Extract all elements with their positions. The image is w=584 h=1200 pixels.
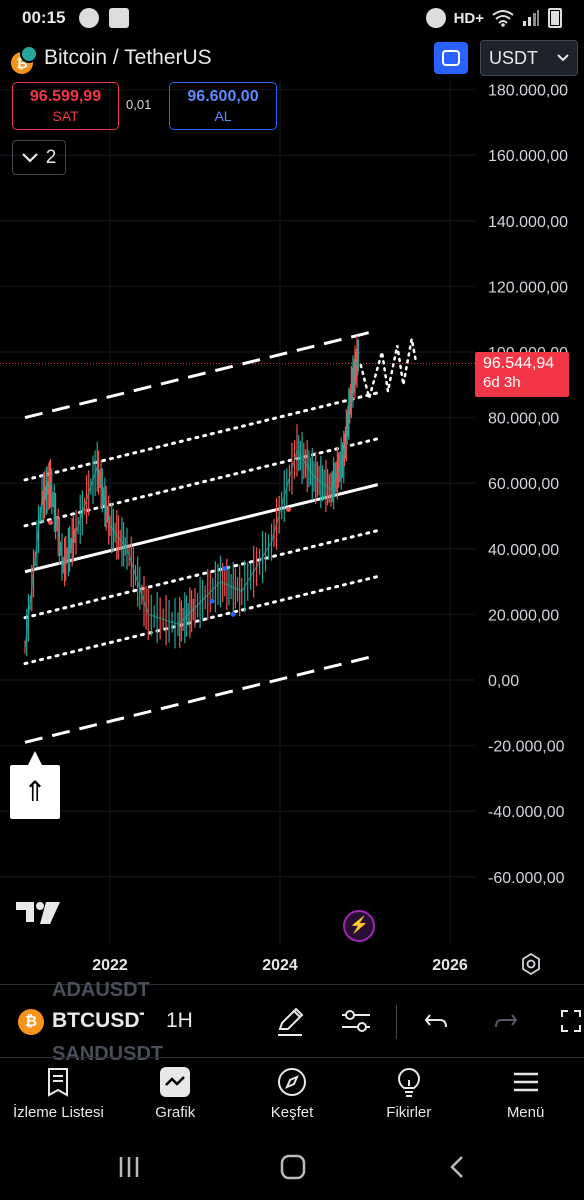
channel-line-dashed (24, 329, 379, 420)
nav-explore[interactable]: Keşfet (234, 1058, 351, 1135)
compare-button[interactable] (434, 42, 468, 74)
price-axis-label: 40.000,00 (488, 542, 559, 559)
sell-button[interactable]: 96.599,99 SAT (12, 82, 119, 130)
price-axis-label: -40.000,00 (488, 804, 565, 821)
signal-marker (209, 598, 215, 604)
channel-line-dashed (24, 653, 379, 744)
nav-label: Menü (506, 1104, 545, 1121)
buy-button[interactable]: 96.600,00 AL (169, 82, 277, 130)
price-axis-label: 80.000,00 (488, 411, 559, 428)
menu-icon (513, 1072, 538, 1092)
nav-menu[interactable]: Menü (467, 1058, 584, 1135)
alarm-icon (425, 8, 446, 28)
network-type: HD+ (453, 9, 484, 27)
price-axis-label: -20.000,00 (488, 739, 565, 756)
ghost-symbol-top: ADAUSDT (52, 979, 150, 1001)
current-price-value: 96.544,94 (483, 355, 555, 372)
status-time: 00:15 (22, 8, 66, 27)
sell-price: 96.599,99 (29, 88, 102, 105)
time-axis-label: 2026 (432, 957, 468, 974)
status-bar: 00:15 HD+ (0, 0, 584, 36)
lightning-icon[interactable]: ⚡ (343, 910, 375, 942)
price-axis-label: 180.000,00 (488, 83, 568, 100)
bitcoin-icon: ₿ (11, 45, 38, 74)
time-axis-label: 2024 (262, 957, 298, 974)
forecast-path (359, 338, 418, 403)
price-axis-label: 60.000,00 (488, 476, 559, 493)
system-navigation-bar (119, 1154, 463, 1180)
music-icon (79, 8, 100, 28)
signal-icon (523, 10, 539, 26)
redo-icon[interactable] (488, 1003, 524, 1039)
price-axis-label: 0,00 (488, 673, 519, 690)
battery-icon (548, 8, 562, 28)
nav-label: İzleme Listesi (12, 1104, 104, 1121)
channel-line-dotted (23, 437, 380, 528)
undo-icon[interactable] (418, 1003, 454, 1039)
nav-ideas[interactable]: Fikirler (350, 1058, 467, 1135)
price-axis-label: 160.000,00 (488, 148, 568, 165)
chart-header: ₿ Bitcoin / TetherUS USDT (0, 38, 584, 82)
drawing-pen-icon[interactable] (272, 1003, 308, 1039)
currency-value: USDT (489, 47, 538, 68)
candle-countdown: 6d 3h (483, 374, 521, 391)
symbol-name[interactable]: BTCUSDT (52, 1009, 144, 1033)
tradingview-logo (16, 902, 60, 924)
price-axis-label: 120.000,00 (488, 279, 568, 296)
scroll-to-realtime-button[interactable]: ⇑ (10, 751, 60, 819)
price-chart[interactable]: 180.000,00 160.000,00 140.000,00 120.000,00… (0, 0, 584, 984)
indicators-sliders-icon[interactable] (338, 1003, 374, 1039)
fullscreen-icon[interactable] (556, 1003, 584, 1039)
channel-line-dotted (23, 391, 380, 482)
spread-value: 0,01 (126, 97, 152, 112)
indicators-count: 2 (45, 146, 57, 168)
bottom-navigation: İzleme Listesi Grafik Keşfet Fikirler Me… (0, 1057, 584, 1135)
time-axis-label: 2022 (92, 957, 128, 974)
chart-icon (160, 1067, 191, 1097)
nav-watchlist[interactable]: İzleme Listesi (0, 1058, 117, 1135)
channel-line-dotted (23, 529, 380, 620)
back-icon[interactable] (450, 1156, 463, 1178)
home-icon[interactable] (280, 1154, 306, 1180)
current-price-tag: 96.544,94 6d 3h (475, 352, 569, 397)
bitcoin-icon: ₿ (18, 1009, 44, 1035)
price-axis-label: 20.000,00 (488, 607, 559, 624)
chart-settings-icon[interactable] (519, 952, 543, 976)
signal-marker (230, 611, 236, 617)
signal-marker (48, 520, 53, 526)
gallery-icon (109, 8, 130, 28)
nav-label: Keşfet (270, 1104, 314, 1121)
channel-line-dotted (23, 574, 380, 666)
price-axis-label: 140.000,00 (488, 214, 568, 231)
wifi-icon (492, 10, 514, 27)
buy-label: AL (214, 108, 232, 124)
compass-icon (277, 1068, 306, 1096)
pair-title[interactable]: Bitcoin / TetherUS (44, 46, 212, 70)
nav-chart[interactable]: Grafik (117, 1058, 234, 1135)
buy-price: 96.600,00 (187, 88, 259, 105)
indicators-collapse-button[interactable]: 2 (12, 140, 66, 175)
nav-label: Fikirler (386, 1104, 432, 1121)
sell-label: SAT (52, 108, 79, 124)
chevron-down-icon (21, 152, 38, 163)
chevron-down-icon (557, 54, 569, 62)
nav-label: Grafik (155, 1104, 196, 1121)
interval-button[interactable]: 1H (166, 1009, 193, 1033)
signal-marker (222, 565, 228, 571)
watchlist-icon (48, 1068, 69, 1097)
lightbulb-icon (397, 1068, 420, 1097)
currency-select[interactable]: USDT (480, 40, 578, 76)
signal-marker (286, 506, 291, 512)
recent-apps-icon[interactable] (119, 1157, 139, 1177)
price-axis-label: -60.000,00 (488, 870, 565, 887)
toolbar-divider (396, 1005, 397, 1039)
symbol-toolbar: ADAUSDT SANDUSDT ₿ BTCUSDT 1H (0, 979, 584, 1065)
